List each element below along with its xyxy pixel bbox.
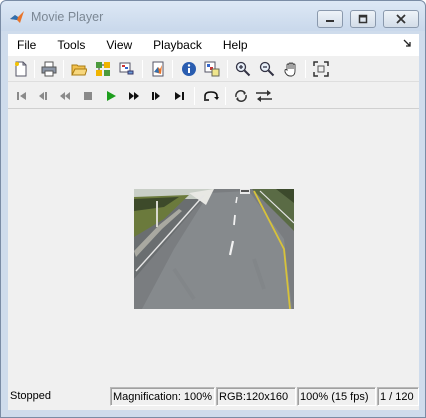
close-button[interactable] bbox=[383, 10, 419, 28]
go-to-last-icon bbox=[175, 92, 184, 100]
play-button[interactable] bbox=[102, 87, 120, 105]
maximize-icon bbox=[358, 14, 368, 24]
playback-status: Stopped bbox=[10, 390, 51, 402]
pixel-region-button[interactable] bbox=[203, 60, 221, 78]
forward-backward-icon bbox=[256, 90, 272, 102]
info-button[interactable] bbox=[180, 60, 198, 78]
frame-rate-status: 100% (15 fps) bbox=[297, 387, 376, 406]
open-matlab-icon bbox=[152, 61, 164, 77]
toolbar-separator bbox=[227, 60, 228, 78]
matlab-logo-icon bbox=[10, 11, 24, 23]
new-figure-icon bbox=[15, 61, 27, 77]
zoom-out-button[interactable] bbox=[258, 60, 276, 78]
main-toolbar bbox=[8, 56, 419, 82]
minimize-icon bbox=[326, 20, 334, 22]
print-icon bbox=[41, 61, 57, 77]
video-frame bbox=[134, 189, 294, 309]
toolbar-separator bbox=[34, 60, 35, 78]
menu-playback[interactable]: Playback bbox=[132, 34, 202, 56]
rewind-icon bbox=[60, 92, 70, 100]
menu-bar: File Tools View Playback Help bbox=[8, 34, 419, 56]
video-display bbox=[8, 110, 419, 382]
info-icon bbox=[182, 62, 196, 76]
playback-toolbar bbox=[8, 83, 419, 109]
connect-simulink-button[interactable] bbox=[94, 60, 112, 78]
dock-arrow-icon[interactable] bbox=[403, 39, 411, 47]
movie-player-window: Movie Player File Tools View Playback He… bbox=[0, 0, 426, 418]
close-icon bbox=[396, 14, 406, 24]
zoom-in-button[interactable] bbox=[234, 60, 252, 78]
forward-backward-button[interactable] bbox=[255, 87, 273, 105]
open-matlab-button[interactable] bbox=[149, 60, 167, 78]
open-file-icon bbox=[71, 64, 87, 76]
playback-loop-icon bbox=[235, 90, 247, 102]
pan-icon bbox=[284, 62, 296, 77]
step-back-icon bbox=[39, 92, 47, 100]
window-title: Movie Player bbox=[31, 10, 104, 24]
toolbar-separator bbox=[225, 87, 226, 105]
toolbar-separator bbox=[194, 87, 195, 105]
print-button[interactable] bbox=[40, 60, 58, 78]
fast-forward-icon bbox=[129, 92, 139, 100]
play-icon bbox=[107, 91, 116, 101]
playback-loop-button[interactable] bbox=[232, 87, 250, 105]
export-icon bbox=[119, 62, 134, 75]
new-figure-button[interactable] bbox=[12, 60, 30, 78]
title-bar[interactable]: Movie Player bbox=[1, 1, 425, 31]
toolbar-separator bbox=[142, 60, 143, 78]
step-forward-icon bbox=[152, 92, 160, 100]
go-to-first-icon bbox=[17, 92, 26, 100]
toolbar-separator bbox=[172, 60, 173, 78]
rewind-button[interactable] bbox=[56, 87, 74, 105]
menu-view[interactable]: View bbox=[85, 34, 132, 56]
menu-file[interactable]: File bbox=[8, 34, 36, 56]
zoom-in-icon bbox=[235, 61, 251, 77]
jump-to-button[interactable] bbox=[202, 87, 220, 105]
fast-forward-button[interactable] bbox=[125, 87, 143, 105]
connect-simulink-icon bbox=[96, 62, 110, 76]
menu-tools[interactable]: Tools bbox=[36, 34, 85, 56]
client-area: File Tools View Playback Help Stopped Ma… bbox=[8, 34, 419, 410]
step-back-button[interactable] bbox=[33, 87, 51, 105]
toolbar-separator bbox=[305, 60, 306, 78]
open-file-button[interactable] bbox=[70, 60, 88, 78]
minimize-button[interactable] bbox=[317, 10, 343, 28]
zoom-out-icon bbox=[259, 61, 275, 77]
magnification-status: Magnification: 100% bbox=[110, 387, 215, 406]
go-to-last-button[interactable] bbox=[171, 87, 189, 105]
toolbar-separator bbox=[63, 60, 64, 78]
step-forward-button[interactable] bbox=[148, 87, 166, 105]
stop-button[interactable] bbox=[79, 87, 97, 105]
frame-count-status: 1 / 120 bbox=[377, 387, 419, 406]
menu-help[interactable]: Help bbox=[202, 34, 248, 56]
go-to-first-button[interactable] bbox=[12, 87, 30, 105]
fit-to-window-icon bbox=[313, 61, 329, 77]
export-button[interactable] bbox=[118, 60, 136, 78]
fit-to-window-button[interactable] bbox=[312, 60, 330, 78]
maximize-button[interactable] bbox=[350, 10, 376, 28]
jump-to-icon bbox=[204, 91, 219, 101]
stop-icon bbox=[84, 92, 92, 100]
status-bar: Stopped Magnification: 100% RGB:120x160 … bbox=[8, 384, 419, 410]
image-format-status: RGB:120x160 bbox=[216, 387, 296, 406]
pan-button[interactable] bbox=[282, 60, 300, 78]
pixel-region-icon bbox=[204, 61, 220, 77]
